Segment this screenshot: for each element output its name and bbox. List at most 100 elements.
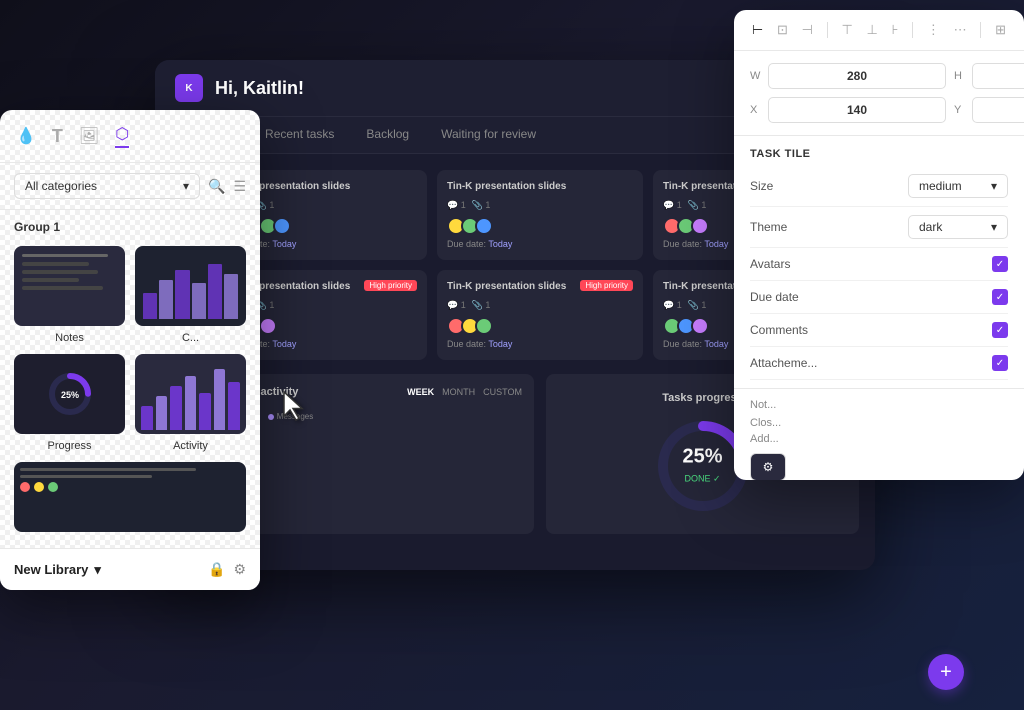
tab-backlog[interactable]: Backlog bbox=[350, 117, 425, 153]
chart-preview bbox=[135, 246, 246, 326]
progress-done: DONE ✓ bbox=[684, 474, 720, 484]
progress-label-text: Progress bbox=[47, 440, 91, 452]
category-select[interactable]: All categories ▾ bbox=[14, 173, 200, 199]
task-badge-4: High priority bbox=[580, 280, 633, 291]
settings-icon[interactable]: ⚙ bbox=[233, 561, 246, 578]
prop-due-date: Due date ✓ bbox=[750, 281, 1008, 314]
task-avatars-4 bbox=[447, 317, 633, 335]
component-item-notes[interactable]: Notes bbox=[14, 246, 125, 344]
category-select-label: All categories bbox=[25, 179, 97, 193]
y-input[interactable] bbox=[972, 97, 1024, 123]
lock-icon[interactable]: 🔒 bbox=[208, 561, 225, 578]
component-grid: Notes C... bbox=[0, 240, 260, 458]
distribute-h-icon[interactable]: ⋮ bbox=[927, 22, 940, 38]
library-label[interactable]: New Library ▾ bbox=[14, 562, 101, 578]
left-panel-footer: New Library ▾ 🔒 ⚙ bbox=[0, 548, 260, 590]
left-panel-toolbar: 💧 T 🖼 ⬡ bbox=[0, 110, 260, 163]
h-label: H bbox=[954, 70, 966, 82]
progress-card-title: Tasks progress bbox=[662, 392, 743, 404]
size-value: medium bbox=[919, 179, 962, 193]
fab-add-button[interactable]: + bbox=[928, 654, 964, 690]
type-icon[interactable]: T bbox=[52, 126, 63, 147]
x-field: X bbox=[750, 97, 946, 123]
grid-icon[interactable]: ⊞ bbox=[995, 22, 1006, 38]
task-avatars-1 bbox=[447, 217, 633, 235]
notes-note: Not... bbox=[750, 399, 776, 411]
align-middle-icon[interactable]: ⊥ bbox=[867, 22, 878, 38]
prop-comments: Comments ✓ bbox=[750, 314, 1008, 347]
settings-panel-button[interactable]: ⚙ bbox=[750, 453, 786, 480]
chevron-down-icon: ▾ bbox=[991, 220, 997, 234]
prop-attachments: Attacheme... ✓ bbox=[750, 347, 1008, 380]
alignment-toolbar: ⊢ ⊡ ⊣ ⊤ ⊥ ⊦ ⋮ ⋯ ⊞ bbox=[734, 10, 1024, 51]
notes-label: Notes bbox=[55, 332, 84, 344]
width-field: W bbox=[750, 63, 946, 89]
task-card-4[interactable]: Tin-K presentation slides High priority … bbox=[437, 270, 643, 360]
tab-recent-tasks[interactable]: Recent tasks bbox=[249, 117, 350, 153]
size-select[interactable]: medium ▾ bbox=[908, 174, 1008, 198]
task-badge-3: High priority bbox=[364, 280, 417, 291]
section-title: TASK TILE bbox=[734, 136, 1024, 166]
bar-chart bbox=[233, 429, 522, 509]
notes-preview bbox=[14, 246, 125, 326]
x-label: X bbox=[750, 104, 762, 116]
search-icon[interactable]: 🔍 bbox=[208, 178, 225, 195]
right-properties-panel: ⊢ ⊡ ⊣ ⊤ ⊥ ⊦ ⋮ ⋯ ⊞ W H 🔗 X Y ↺ bbox=[734, 10, 1024, 480]
activity-label: Activity bbox=[173, 440, 208, 452]
list-icon[interactable]: ☰ bbox=[233, 178, 246, 195]
height-input[interactable] bbox=[972, 63, 1024, 89]
new-component-row bbox=[0, 458, 260, 536]
activity-preview bbox=[135, 354, 246, 434]
panel-bottom-section: Not... Clos... Add... ⚙ bbox=[734, 388, 1024, 480]
chart-tabs: WEEK MONTH CUSTOM bbox=[407, 387, 522, 397]
align-left-icon[interactable]: ⊢ bbox=[752, 22, 763, 38]
task-title-4: Tin-K presentation slides bbox=[447, 280, 566, 294]
close-note: Clos... bbox=[750, 417, 1008, 429]
attachments-label: Attacheme... bbox=[750, 356, 992, 370]
properties-list: Size medium ▾ Theme dark ▾ Avatars ✓ Due… bbox=[734, 166, 1024, 380]
add-note: Add... bbox=[750, 433, 1008, 445]
chevron-down-icon: ▾ bbox=[183, 179, 189, 193]
width-input[interactable] bbox=[768, 63, 946, 89]
component-item-progress[interactable]: 25% Progress bbox=[14, 354, 125, 452]
w-label: W bbox=[750, 70, 762, 82]
attachments-checkbox[interactable]: ✓ bbox=[992, 355, 1008, 371]
progress-center-label: 25% DONE ✓ bbox=[682, 446, 722, 487]
chart-tab-week[interactable]: WEEK bbox=[407, 387, 434, 397]
progress-preview: 25% bbox=[14, 354, 125, 434]
task-title-1: Tin-K presentation slides bbox=[447, 180, 566, 194]
align-right-icon[interactable]: ⊣ bbox=[802, 22, 813, 38]
chart-tab-custom[interactable]: CUSTOM bbox=[483, 387, 522, 397]
left-component-panel: 💧 T 🖼 ⬡ All categories ▾ 🔍 ☰ Group 1 bbox=[0, 110, 260, 590]
theme-label: Theme bbox=[750, 220, 908, 234]
x-input[interactable] bbox=[768, 97, 946, 123]
droplet-icon[interactable]: 💧 bbox=[16, 126, 36, 146]
align-top-icon[interactable]: ⊤ bbox=[841, 22, 852, 38]
align-center-h-icon[interactable]: ⊡ bbox=[777, 22, 788, 38]
distribute-v-icon[interactable]: ⋯ bbox=[954, 22, 967, 38]
chart-label: C... bbox=[182, 332, 199, 344]
align-bottom-icon[interactable]: ⊦ bbox=[892, 22, 899, 38]
filter-row: All categories ▾ 🔍 ☰ bbox=[0, 163, 260, 210]
comments-checkbox[interactable]: ✓ bbox=[992, 322, 1008, 338]
theme-select[interactable]: dark ▾ bbox=[908, 215, 1008, 239]
due-date-checkbox[interactable]: ✓ bbox=[992, 289, 1008, 305]
component-icon[interactable]: ⬡ bbox=[115, 124, 129, 148]
progress-percent: 25% bbox=[682, 446, 722, 469]
chart-tab-month[interactable]: MONTH bbox=[442, 387, 475, 397]
avatars-checkbox[interactable]: ✓ bbox=[992, 256, 1008, 272]
task-card-preview bbox=[14, 462, 246, 532]
task-card-1[interactable]: Tin-K presentation slides 💬 1📎 1 Due dat… bbox=[437, 170, 643, 260]
tab-waiting-review[interactable]: Waiting for review bbox=[425, 117, 552, 153]
due-date-label: Due date bbox=[750, 290, 992, 304]
dashboard-greeting: Hi, Kaitlin! bbox=[215, 78, 771, 99]
chart-legend: Calls Messages bbox=[233, 412, 522, 421]
height-field: H 🔗 bbox=[954, 63, 1024, 89]
theme-value: dark bbox=[919, 220, 942, 234]
component-item-chart[interactable]: C... bbox=[135, 246, 246, 344]
image-icon[interactable]: 🖼 bbox=[79, 126, 99, 146]
chevron-down-icon: ▾ bbox=[94, 562, 101, 578]
user-avatar: K bbox=[175, 74, 203, 102]
component-item-activity[interactable]: Activity bbox=[135, 354, 246, 452]
prop-theme: Theme dark ▾ bbox=[750, 207, 1008, 248]
